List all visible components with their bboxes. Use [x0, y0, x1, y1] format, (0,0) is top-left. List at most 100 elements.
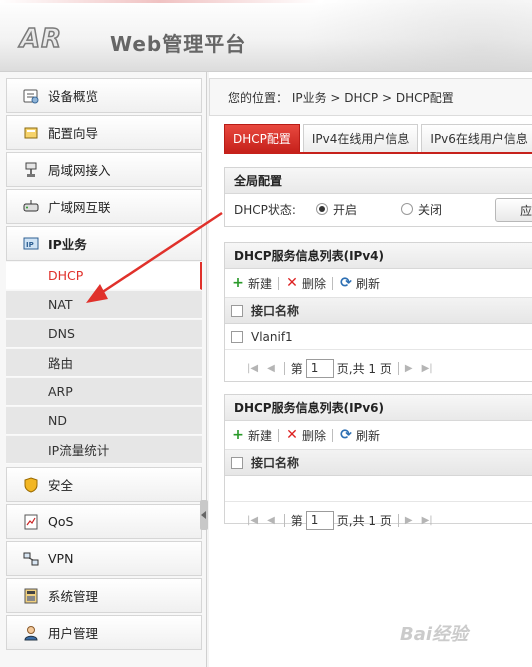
- first-page-icon[interactable]: |◀: [247, 515, 258, 526]
- radio-on-label: 开启: [332, 202, 357, 217]
- sidebar-item-vpn[interactable]: VPN: [6, 541, 202, 576]
- pager-divider: [397, 361, 399, 375]
- panel-title: DHCP服务信息列表(IPv6): [225, 395, 532, 421]
- page-prefix: 第: [290, 361, 303, 376]
- interface-name-cell: Vlanif1: [251, 329, 293, 344]
- sidebar-item-device-overview[interactable]: 设备概览: [6, 78, 202, 113]
- ar-logo: AR: [19, 23, 63, 55]
- user-icon: [23, 625, 39, 641]
- pager-divider: [397, 513, 399, 527]
- refresh-icon: ⟳: [340, 427, 352, 443]
- sidebar-collapse-handle[interactable]: [200, 500, 208, 530]
- ip-service-icon: IP: [23, 236, 39, 252]
- tab-underline: [224, 152, 532, 154]
- select-all-checkbox[interactable]: [231, 456, 243, 469]
- shield-icon: [23, 476, 39, 493]
- refresh-label: 刷新: [356, 276, 381, 291]
- submenu-item-dns[interactable]: DNS: [6, 320, 202, 348]
- sidebar-item-user-management[interactable]: 用户管理: [6, 615, 202, 650]
- sidebar-item-label: QoS: [48, 514, 74, 529]
- plus-icon: +: [232, 275, 244, 291]
- sidebar-item-ip-service[interactable]: IP IP业务: [6, 226, 202, 261]
- app-title: Web管理平台: [110, 32, 247, 56]
- dhcp-on-option[interactable]: 开启: [315, 201, 357, 218]
- page-number-input[interactable]: 1: [305, 510, 334, 530]
- column-header-interface: 接口名称: [251, 304, 300, 318]
- radio-off-label: 关闭: [417, 202, 442, 217]
- prev-page-icon[interactable]: ◀: [267, 515, 275, 526]
- tab-ipv4-online-users[interactable]: IPv4在线用户信息: [302, 124, 419, 152]
- empty-table-row: [225, 476, 532, 502]
- sidebar-item-label: 安全: [48, 478, 74, 493]
- close-icon: ✕: [286, 427, 298, 443]
- column-header-interface: 接口名称: [251, 456, 300, 470]
- sidebar-item-qos[interactable]: QoS: [6, 504, 202, 539]
- next-page-icon[interactable]: ▶: [405, 363, 413, 374]
- first-page-icon[interactable]: |◀: [247, 363, 258, 374]
- ipv4-pager: |◀ ◀ 第 1 页,共 1 页 ▶ ▶|: [225, 350, 532, 386]
- ipv6-list-panel: DHCP服务信息列表(IPv6) + 新建 ✕ 删除 ⟳ 刷新 接口名称 |◀ …: [224, 394, 532, 530]
- system-icon: [23, 588, 39, 604]
- ipv6-refresh-button[interactable]: ⟳ 刷新: [339, 427, 380, 444]
- prev-page-icon[interactable]: ◀: [267, 363, 275, 374]
- wan-icon: [23, 199, 39, 215]
- ipv6-pager: |◀ ◀ 第 1 页,共 1 页 ▶ ▶|: [225, 502, 532, 538]
- dhcp-status-label: DHCP状态:: [234, 202, 296, 217]
- tab-ipv6-online-users[interactable]: IPv6在线用户信息: [421, 124, 532, 152]
- svg-text:IP: IP: [26, 241, 34, 249]
- row-checkbox[interactable]: [231, 330, 243, 343]
- submenu-item-nat[interactable]: NAT: [6, 291, 202, 319]
- sidebar-item-label: 配置向导: [48, 126, 99, 141]
- submenu-item-arp[interactable]: ARP: [6, 378, 202, 406]
- new-label: 新建: [248, 428, 273, 443]
- vpn-icon: [23, 551, 39, 567]
- sidebar-item-lan-access[interactable]: 局域网接入: [6, 152, 202, 187]
- submenu-item-nd[interactable]: ND: [6, 407, 202, 435]
- ipv4-delete-button[interactable]: ✕ 删除: [285, 275, 326, 292]
- table-row[interactable]: Vlanif1: [225, 324, 532, 350]
- last-page-icon[interactable]: ▶|: [422, 515, 433, 526]
- select-all-checkbox[interactable]: [231, 304, 243, 317]
- ipv4-table-header: 接口名称: [225, 298, 532, 324]
- lan-icon: [23, 162, 39, 178]
- page-number-input[interactable]: 1: [305, 358, 334, 378]
- refresh-icon: ⟳: [340, 275, 352, 291]
- ipv6-new-button[interactable]: + 新建: [231, 427, 272, 444]
- radio-on[interactable]: [315, 203, 328, 215]
- ipv6-toolbar: + 新建 ✕ 删除 ⟳ 刷新: [225, 421, 532, 450]
- ipv4-toolbar: + 新建 ✕ 删除 ⟳ 刷新: [225, 269, 532, 298]
- refresh-label: 刷新: [356, 428, 381, 443]
- sidebar-item-label: 局域网接入: [48, 163, 111, 178]
- sidebar-item-label: 系统管理: [48, 589, 99, 604]
- new-label: 新建: [248, 276, 273, 291]
- submenu-item-dhcp[interactable]: DHCP: [6, 262, 202, 290]
- plus-icon: +: [232, 427, 244, 443]
- ipv4-refresh-button[interactable]: ⟳ 刷新: [339, 275, 380, 292]
- next-page-icon[interactable]: ▶: [405, 515, 413, 526]
- sidebar-item-label: 广域网互联: [48, 200, 111, 215]
- toolbar-divider: [278, 276, 280, 290]
- toolbar-divider: [332, 428, 334, 442]
- sidebar-item-system-management[interactable]: 系统管理: [6, 578, 202, 613]
- radio-off[interactable]: [400, 203, 413, 215]
- watermark: Bai经验: [400, 624, 469, 645]
- header-globe-decoration: [300, 0, 532, 71]
- submenu-item-ip-traffic-stats[interactable]: IP流量统计: [6, 436, 202, 464]
- app-header: AR Web管理平台: [0, 0, 532, 72]
- pager-divider: [283, 513, 285, 527]
- last-page-icon[interactable]: ▶|: [422, 363, 433, 374]
- delete-label: 删除: [302, 276, 327, 291]
- dhcp-off-option[interactable]: 关闭: [400, 201, 442, 218]
- sidebar-item-label: 设备概览: [48, 89, 99, 104]
- submenu-item-routing[interactable]: 路由: [6, 349, 202, 377]
- panel-title: DHCP服务信息列表(IPv4): [225, 243, 532, 269]
- sidebar-item-wan[interactable]: 广域网互联: [6, 189, 202, 224]
- apply-button[interactable]: 应: [495, 198, 532, 222]
- ipv4-new-button[interactable]: + 新建: [231, 275, 272, 292]
- sidebar-item-config-wizard[interactable]: 配置向导: [6, 115, 202, 150]
- ipv6-delete-button[interactable]: ✕ 删除: [285, 427, 326, 444]
- breadcrumb: 您的位置： IP业务 > DHCP > DHCP配置: [209, 78, 532, 116]
- tab-dhcp-config[interactable]: DHCP配置: [224, 124, 300, 152]
- sidebar-item-security[interactable]: 安全: [6, 467, 202, 502]
- pager-divider: [283, 361, 285, 375]
